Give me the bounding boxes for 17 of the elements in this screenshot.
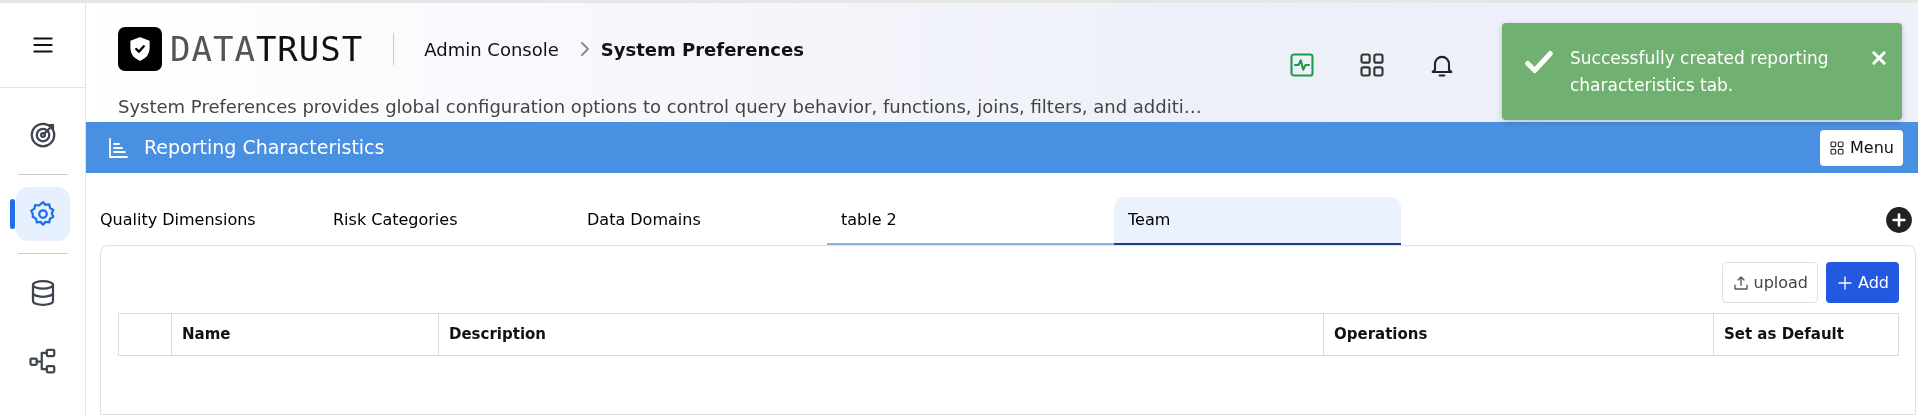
column-header: Set as Default (1713, 313, 1899, 356)
breadcrumb-current: System Preferences (600, 37, 804, 62)
tab[interactable]: Risk Categories (319, 197, 573, 245)
add-button[interactable]: Add (1826, 262, 1899, 303)
toast-message: Successfully created reporting characteristics tab. (1570, 47, 1830, 98)
tab[interactable]: Quality Dimensions (100, 197, 319, 245)
breadcrumb-link[interactable]: Admin Console (424, 35, 559, 63)
tab[interactable]: Team (1114, 197, 1401, 245)
column-header: Description (438, 313, 1324, 356)
logo-text: DATATRUST (170, 32, 364, 66)
page-description: System Preferences provides global configuration options to control query behavior, functions, joins, filters, and additi… (118, 95, 1202, 119)
tab[interactable]: Data Domains (573, 197, 827, 245)
menu-button[interactable]: Menu (1820, 129, 1903, 166)
column-header: Operations (1323, 313, 1714, 356)
upload-button[interactable]: upload (1721, 262, 1818, 303)
column-header: Name (171, 313, 439, 356)
section-title: Reporting Characteristics (144, 135, 385, 161)
